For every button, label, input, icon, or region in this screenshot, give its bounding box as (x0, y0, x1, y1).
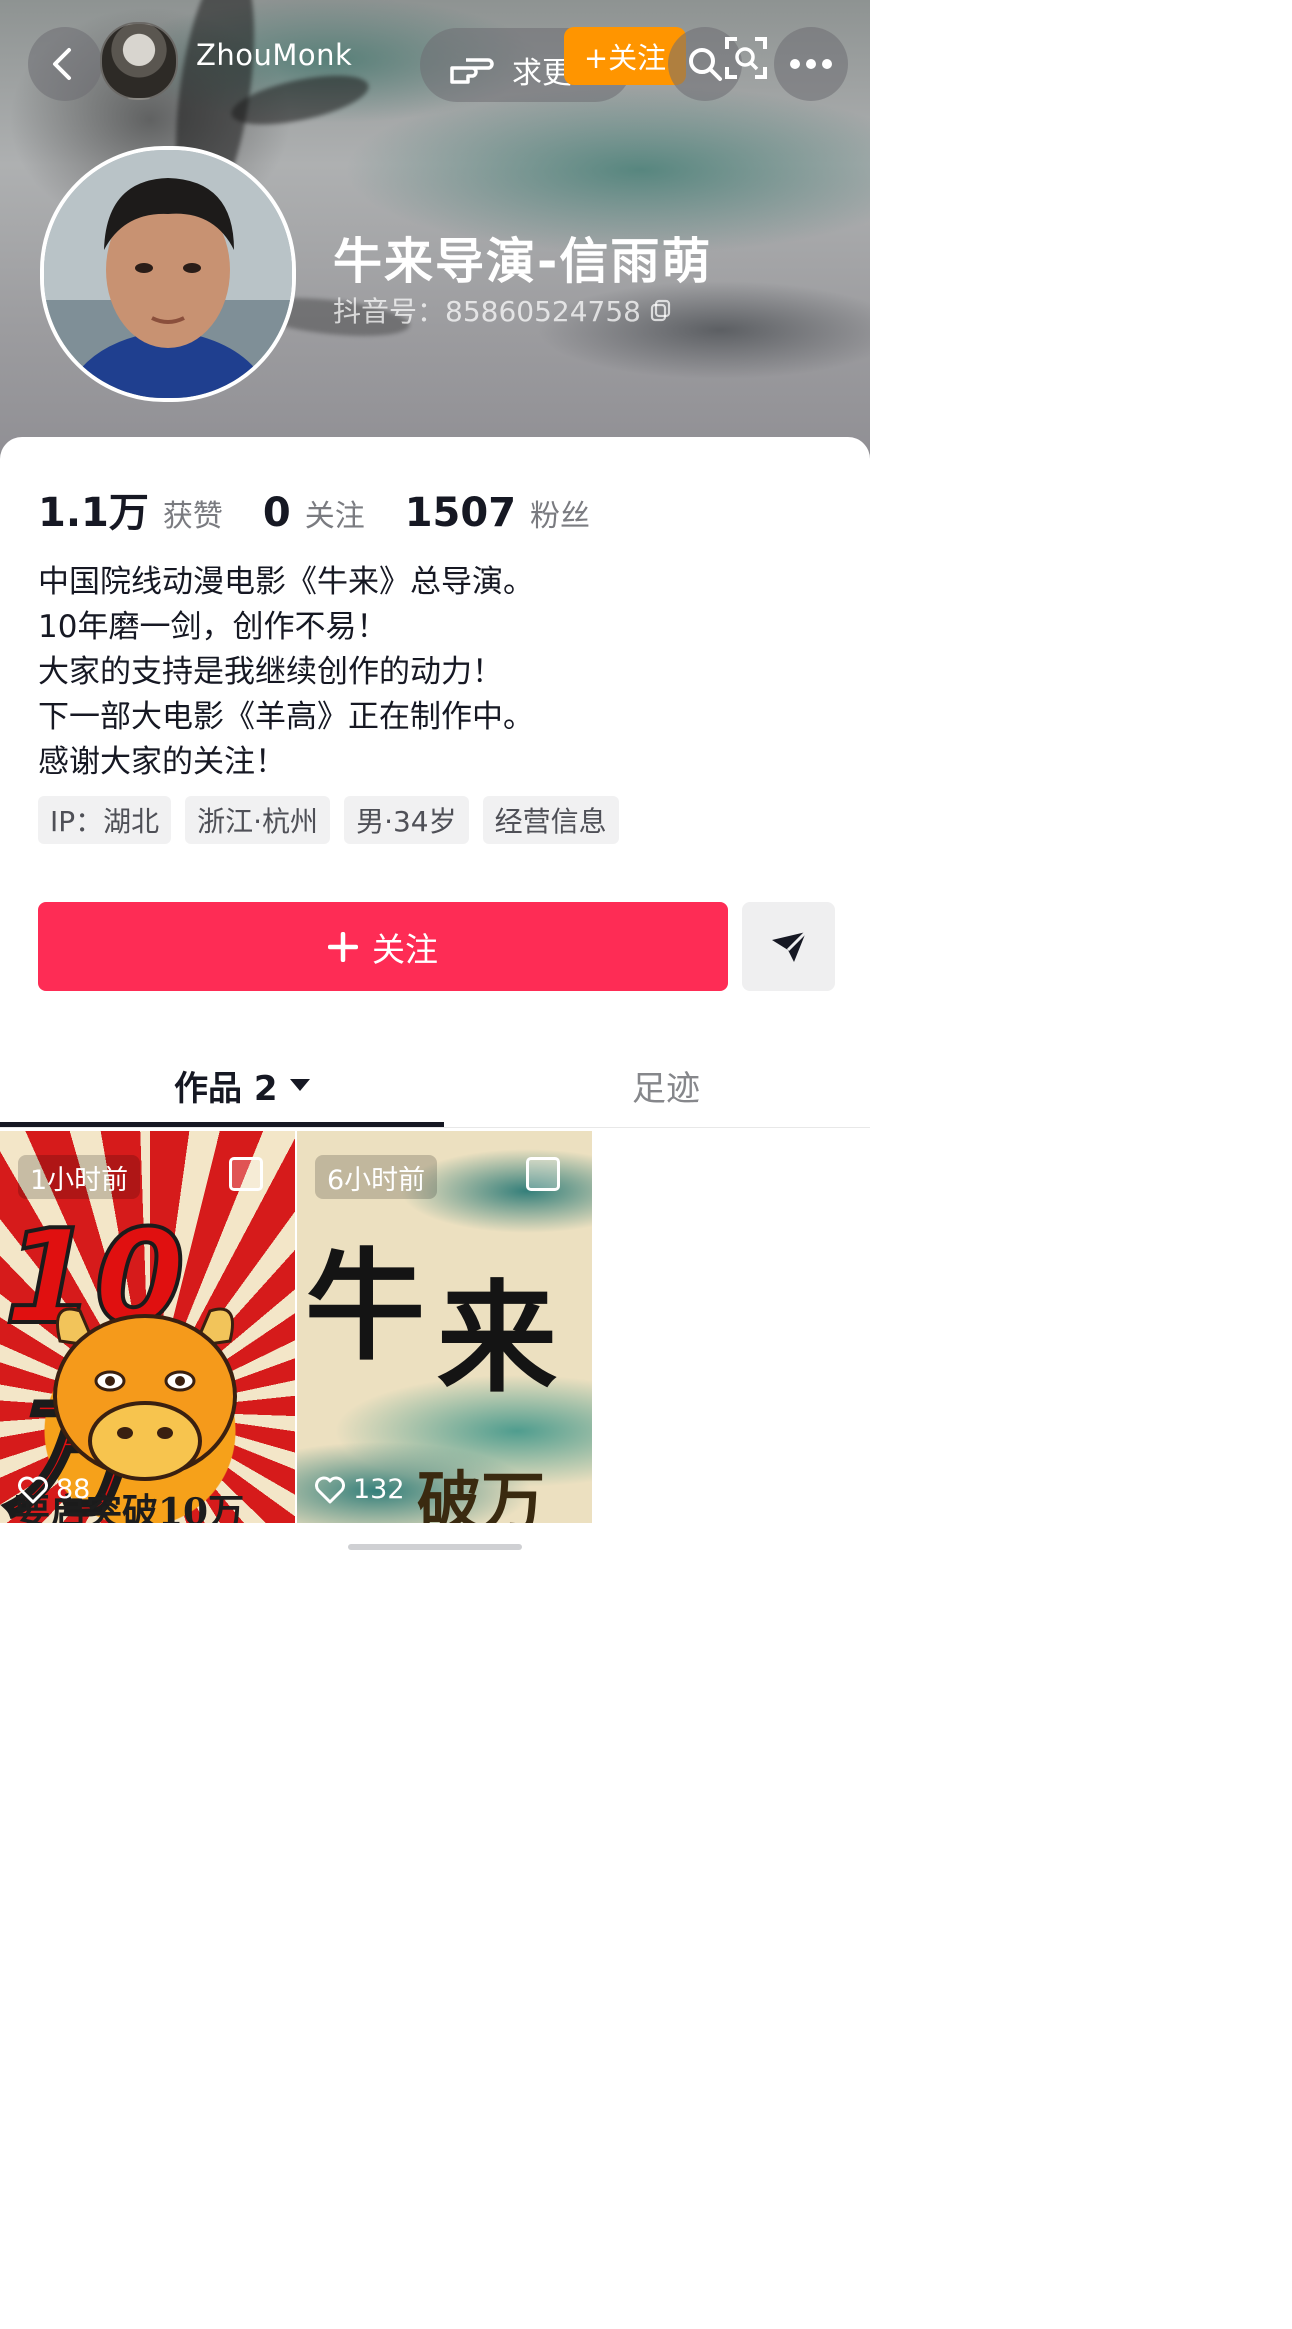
select-checkbox[interactable] (526, 1157, 560, 1191)
following-stat[interactable]: 0 关注 (263, 490, 365, 536)
hand-pointer-icon (450, 58, 494, 84)
followers-count: 1507 (404, 490, 517, 536)
likes-count: 1.1万 (38, 490, 149, 536)
cartoon-bull-image (53, 1307, 237, 1481)
bio-line: 下一部大电影《羊高》正在制作中。 (38, 699, 534, 735)
profile-tags: IP：湖北 浙江·杭州 男·34岁 经营信息 (38, 796, 619, 844)
followers-label: 粉丝 (530, 499, 591, 534)
tab-footprint[interactable]: 足迹 (632, 1055, 700, 1115)
video-thumbnail[interactable]: 牛 来 破万 6小时前 132 (297, 1131, 592, 1523)
video-thumbnail[interactable]: 10万 要启突破10万 1小时前 88 (0, 1131, 295, 1523)
profile-stats: 1.1万 获赞 0 关注 1507 粉丝 (38, 480, 630, 538)
search-pill-text: 求更 (512, 56, 572, 91)
video-time: 6小时前 (315, 1155, 438, 1199)
heart-icon (315, 1476, 345, 1503)
plus-icon (328, 931, 358, 962)
bio-line: 10年磨一剑，创作不易！ (38, 609, 388, 645)
more-dots-icon (790, 59, 832, 69)
douyin-id-text: 抖音号：85860524758 (333, 295, 641, 328)
likes-count-text: 88 (56, 1474, 91, 1505)
follow-button[interactable]: 关注 (38, 902, 728, 991)
follow-button-label: 关注 (372, 929, 438, 969)
scan-button[interactable] (718, 30, 774, 86)
more-button[interactable] (774, 27, 848, 101)
douyin-id[interactable]: 抖音号：85860524758 (333, 290, 673, 330)
send-message-icon (771, 930, 807, 962)
back-button[interactable] (28, 27, 102, 101)
bio-line: 感谢大家的关注！ (38, 744, 286, 780)
profile-avatar[interactable] (40, 146, 296, 402)
scan-icon (725, 37, 767, 79)
tag-region: 浙江·杭州 (185, 796, 331, 844)
select-checkbox[interactable] (229, 1157, 263, 1191)
heart-icon (18, 1476, 48, 1503)
profile-bio: 中国院线动漫电影《牛来》总导演。 10年磨一剑，创作不易！ 大家的支持是我继续创… (38, 560, 838, 785)
header-username: ZhouMonk (196, 38, 353, 72)
tab-works-label: 作品 2 (174, 1068, 278, 1109)
cover-title-char: 牛 (305, 1236, 425, 1377)
tab-works[interactable]: 作品 2 (174, 1055, 312, 1115)
cover-bottom-text: 破万 (417, 1465, 545, 1523)
bio-line: 中国院线动漫电影《牛来》总导演。 (38, 564, 534, 600)
tag-gender-age: 男·34岁 (344, 796, 469, 844)
avatar-portrait-image (44, 150, 292, 398)
tag-ip-location: IP：湖北 (38, 796, 172, 844)
cover-title-char: 来 (437, 1268, 557, 1409)
video-likes: 88 (18, 1474, 90, 1505)
home-indicator (348, 1544, 522, 1550)
bio-line: 大家的支持是我继续创作的动力！ (38, 654, 503, 690)
following-label: 关注 (304, 499, 365, 534)
video-likes: 132 (315, 1474, 405, 1505)
followers-stat[interactable]: 1507 粉丝 (405, 490, 590, 536)
likes-label: 获赞 (162, 499, 223, 534)
following-count: 0 (262, 490, 291, 536)
display-name: 牛来导演-信雨萌 (333, 233, 713, 290)
likes-count-text: 132 (353, 1474, 405, 1505)
tag-business-info[interactable]: 经营信息 (482, 796, 619, 844)
message-button[interactable] (742, 902, 835, 991)
copy-icon[interactable] (649, 298, 673, 322)
caret-down-icon (289, 1079, 310, 1091)
video-time: 1小时前 (18, 1155, 141, 1199)
tab-divider (0, 1127, 870, 1128)
mini-avatar[interactable] (100, 22, 178, 100)
tab-footprint-label: 足迹 (632, 1068, 700, 1109)
back-arrow-icon (53, 48, 71, 80)
likes-stat[interactable]: 1.1万 获赞 (38, 480, 223, 538)
